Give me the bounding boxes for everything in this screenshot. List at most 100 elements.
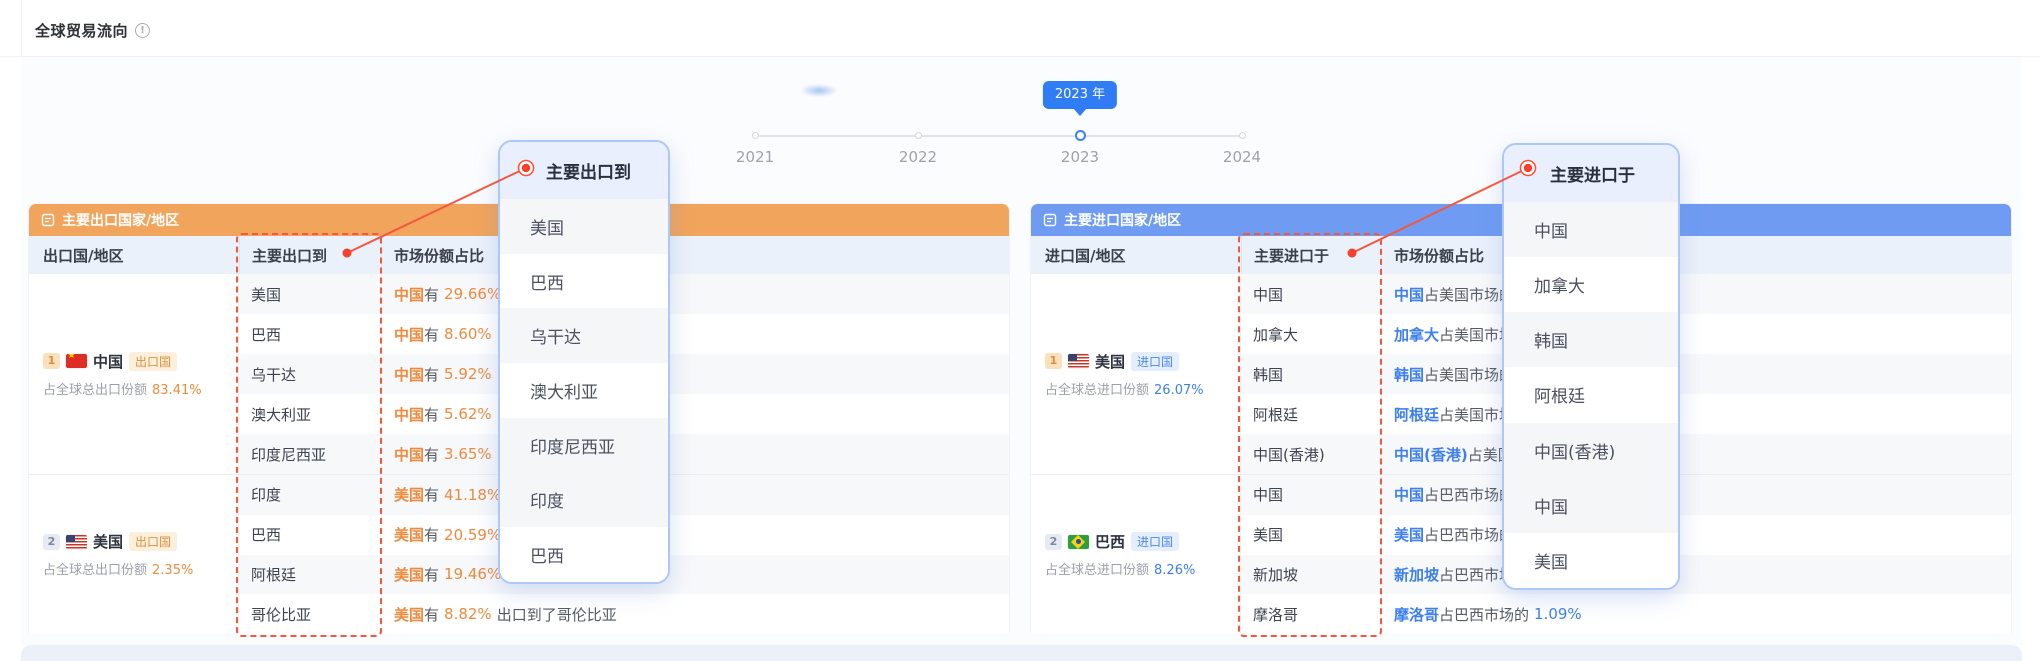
share-mid: 有 [424,564,439,585]
market-share-cell: 阿根廷占美国市场 [1381,394,2011,434]
share-pct: 1.09% [1534,605,1582,623]
market-share-cell: 中国占美国市场的 [1381,274,2011,314]
share-subject: 中国 [394,404,424,425]
source-cell: 加拿大 [1241,324,1381,345]
col-exporter-region: 出口国/地区 [29,236,239,274]
share-mid: 有 [424,524,439,545]
global-share-label: 占全球总出口份额 [43,563,147,578]
source-cell: 美国 [1241,524,1381,545]
share-mid: 有 [424,444,439,465]
timeline-label-2024[interactable]: 2024 [1202,148,1282,166]
share-pct: 5.62% [444,405,492,423]
col-market-share: 市场份额占比 [1381,236,2011,274]
global-share-label: 占全球总进口份额 [1045,383,1149,398]
source-cell: 新加坡 [1241,564,1381,585]
table-row: 哥伦比亚 美国有8.82%出口到了哥伦比亚 [239,594,1009,633]
share-subject: 加拿大 [1394,324,1439,345]
share-subject: 中国 [394,444,424,465]
timeline-label-2021[interactable]: 2021 [715,148,795,166]
timeline-track[interactable] [755,135,1242,137]
table-row: 摩洛哥 摩洛哥占巴西市场的1.09% [1241,594,2011,633]
market-share-cell: 中国有5.92%出口到了乌干达 [381,354,1009,394]
watermark-smudge [800,84,838,97]
share-subject: 中国 [394,364,424,385]
share-subject: 韩国 [1394,364,1424,385]
share-pct: 20.59% [444,526,501,544]
callout-item: 巴西 [500,527,668,582]
share-subject: 中国 [394,284,424,305]
share-subject: 中国 [394,324,424,345]
callout-header: 主要进口于 [1504,145,1678,202]
destination-cell: 印度尼西亚 [239,444,381,465]
importer-cell-usa: 1 美国 进口国 占全球总进口份额26.07% [1031,274,1241,474]
source-cell: 中国 [1241,484,1381,505]
callout-item: 巴西 [500,254,668,309]
destination-cell: 巴西 [239,524,381,545]
callout-item: 美国 [1504,533,1678,588]
global-share-value: 2.35% [152,563,193,578]
timeline-label-2022[interactable]: 2022 [878,148,958,166]
country-name: 巴西 [1095,531,1125,552]
page-title: 全球贸易流向 [35,20,128,41]
rank-2-badge: 2 [1045,534,1062,550]
share-subject: 摩洛哥 [1394,604,1439,625]
destination-cell: 美国 [239,284,381,305]
share-mid: 有 [424,324,439,345]
header-bar: 全球贸易流向 ! [35,20,150,41]
share-subject: 美国 [394,524,424,545]
timeline-label-2023[interactable]: 2023 [1040,148,1120,166]
share-subject: 新加坡 [1394,564,1439,585]
destination-cell: 巴西 [239,324,381,345]
exporter-cell-china: 1 ★ 中国 出口国 占全球总出口份额83.41% [29,274,239,474]
destination-cell: 印度 [239,484,381,505]
market-share-cell: 中国有5.62%出口到了澳大利亚 [381,394,1009,434]
source-cell: 阿根廷 [1241,404,1381,425]
callout-item: 澳大利亚 [500,363,668,418]
market-share-cell: 韩国占美国市场的 [1381,354,2011,394]
global-share: 占全球总进口份额8.26% [1045,559,1240,578]
col-importer-region: 进口国/地区 [1031,236,1241,274]
destination-cell: 澳大利亚 [239,404,381,425]
callout-item: 美国 [500,199,668,254]
share-subject: 美国 [394,564,424,585]
callout-item: 印度 [500,473,668,528]
market-share-cell: 中国有8.60%出口到了巴西 [381,314,1009,354]
callout-item: 加拿大 [1504,257,1678,312]
timeline-dot-2024[interactable] [1239,132,1246,139]
timeline-dot-2022[interactable] [915,132,922,139]
market-share-cell: 美国有20.59%出口到了巴西 [381,515,1009,555]
export-column-callout: 主要出口到 美国 巴西 乌干达 澳大利亚 印度尼西亚 印度 巴西 [498,140,670,584]
callout-item: 中国(香港) [1504,423,1678,478]
callout-header: 主要出口到 [500,142,668,199]
share-mid: 占巴西市场的 [1439,604,1529,625]
share-pct: 19.46% [444,565,501,583]
left-divider [21,0,22,56]
market-share-cell: 美国有41.18%出口到了印度 [381,475,1009,515]
market-share-cell: 美国占巴西市场的 [1381,515,2011,555]
share-pct: 29.66% [444,285,501,303]
rank-1-badge: 1 [1045,353,1062,369]
timeline-dot-2021[interactable] [752,132,759,139]
source-cell: 韩国 [1241,364,1381,385]
footer-strip [21,645,2022,661]
clipboard-icon [1043,213,1057,227]
market-share-cell: 中国有3.65%出口到了印度尼西亚 [381,434,1009,474]
info-icon[interactable]: ! [135,23,150,38]
callout-item: 乌干达 [500,308,668,363]
market-share-cell: 美国有19.46%出口到了阿根廷 [381,555,1009,595]
country-name: 美国 [1095,351,1125,372]
source-cell: 中国 [1241,284,1381,305]
market-share-cell: 中国占巴西市场的 [1381,475,2011,515]
brazil-flag-icon [1068,535,1089,549]
share-mid: 有 [424,404,439,425]
callout-item: 阿根廷 [1504,367,1678,422]
col-main-export-to: 主要出口到 [239,236,381,274]
exporter-tag: 出口国 [129,532,177,551]
destination-cell: 哥伦比亚 [239,604,381,625]
timeline-handle[interactable] [1075,130,1086,141]
callout-item: 中国 [1504,478,1678,533]
share-mid: 占美国市场的 [1424,364,1514,385]
trade-flow-page: 全球贸易流向 ! 2021 2022 2023 2024 2023 年 主要出口… [0,0,2040,661]
share-mid: 有 [424,364,439,385]
exporter-cell-usa: 2 美国 出口国 占全球总出口份额2.35% [29,475,239,633]
